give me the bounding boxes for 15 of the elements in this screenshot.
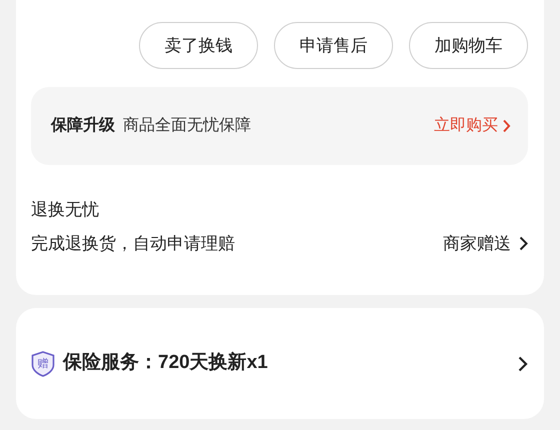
chevron-right-icon[interactable] — [518, 356, 528, 372]
insurance-text: 保险服务：720天换新x1 — [63, 350, 268, 376]
merchant-gift-link[interactable]: 商家赠送 — [443, 230, 528, 256]
gift-shield-badge: 赠 — [31, 350, 55, 376]
action-button[interactable]: 申请售后 — [274, 22, 393, 69]
service-description: 完成退换货，自动申请理赔 — [31, 232, 235, 254]
action-button[interactable]: 卖了换钱 — [139, 22, 258, 69]
insurance-row[interactable]: 赠 保险服务：720天换新x1 — [16, 308, 544, 419]
upgrade-description: 商品全面无忧保障 — [123, 116, 251, 136]
buy-now-link[interactable]: 立即购买 — [434, 114, 511, 138]
chevron-right-icon — [502, 119, 511, 133]
chevron-right-icon — [519, 236, 528, 251]
action-button[interactable]: 加购物车 — [409, 22, 528, 69]
upgrade-title: 保障升级 — [51, 115, 115, 136]
service-title: 退换无忧 — [31, 199, 100, 221]
